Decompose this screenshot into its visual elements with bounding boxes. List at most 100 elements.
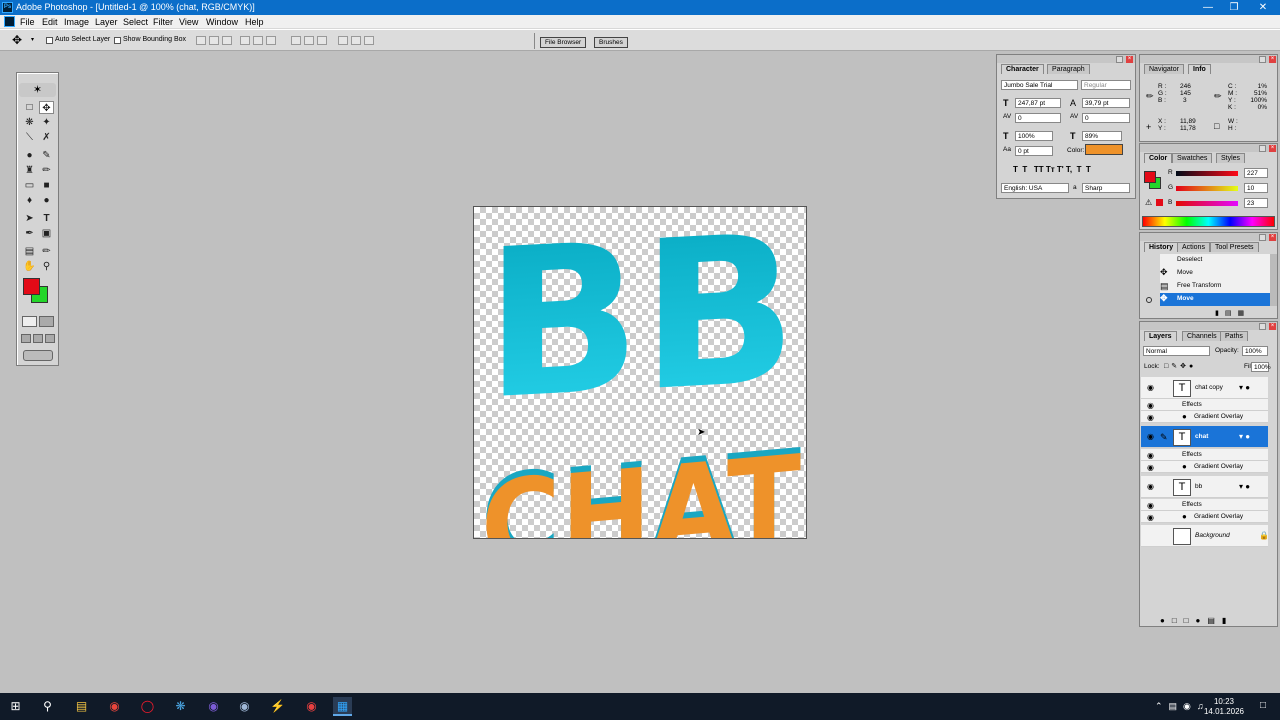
menu-window[interactable]: Window <box>206 15 238 29</box>
move-tool-icon[interactable]: ✥ <box>12 33 22 47</box>
layer-row[interactable]: ◉ T chat copy ▾ ● <box>1141 377 1268 399</box>
jump-to-imageready-icon[interactable] <box>23 350 53 361</box>
distribute-vcenter-icon[interactable] <box>304 36 314 45</box>
app-icon[interactable]: ⚡ <box>268 697 287 716</box>
distribute-right-icon[interactable] <box>364 36 374 45</box>
font-family-select[interactable]: Jumbo Sale Trial <box>1001 80 1078 90</box>
panel-header[interactable] <box>1140 322 1277 330</box>
screen-mode-full-icon[interactable] <box>45 334 55 343</box>
history-item-selected[interactable]: ✥ Move <box>1160 293 1270 306</box>
tab-tool-presets[interactable]: Tool Presets <box>1210 242 1259 252</box>
text-color-swatch[interactable] <box>1085 144 1123 155</box>
opacity-field[interactable]: 100% <box>1242 346 1268 356</box>
align-top-icon[interactable] <box>196 36 206 45</box>
tab-channels[interactable]: Channels <box>1182 331 1222 341</box>
distribute-left-icon[interactable] <box>338 36 348 45</box>
pen-tool-icon[interactable]: ✒ <box>22 227 37 240</box>
visibility-eye-icon[interactable]: ◉ <box>1147 402 1155 410</box>
history-item[interactable]: ✥ Move <box>1160 267 1270 280</box>
shape-tool-icon[interactable]: ▣ <box>39 227 54 240</box>
close-panel-icon[interactable]: × <box>1269 145 1276 152</box>
fill-field[interactable]: 100% <box>1251 362 1271 372</box>
eraser-tool-icon[interactable]: ▭ <box>22 179 37 192</box>
layer-row-selected[interactable]: ◉ ✎ T chat ▾ ● <box>1141 426 1268 448</box>
history-scrollbar[interactable] <box>1270 254 1277 306</box>
baseline-shift-field[interactable]: 0 pt <box>1015 146 1053 156</box>
r-slider[interactable] <box>1176 171 1238 176</box>
blur-tool-icon[interactable]: ♦ <box>22 194 37 207</box>
layer-effects-row[interactable]: ◉ Effects <box>1141 499 1268 511</box>
minimize-panel-icon[interactable] <box>1259 323 1266 330</box>
menu-select[interactable]: Select <box>123 15 148 29</box>
search-icon[interactable]: ⚲ <box>38 697 57 716</box>
clock-date[interactable]: 14.01.2026 <box>1200 707 1248 716</box>
panel-header[interactable] <box>1140 55 1277 63</box>
hand-tool-icon[interactable]: ✋ <box>22 260 37 273</box>
auto-select-checkbox[interactable] <box>46 37 53 44</box>
minimize-panel-icon[interactable] <box>1259 234 1266 241</box>
visibility-eye-icon[interactable]: ◉ <box>1147 414 1155 422</box>
history-item[interactable]: ▤ Free Transform <box>1160 280 1270 293</box>
lock-icons[interactable]: □✎✥● <box>1164 362 1196 370</box>
app-icon[interactable]: ❋ <box>171 697 190 716</box>
effects-toggle-icon[interactable]: ▾ ● <box>1239 482 1250 491</box>
photoshop-taskbar-icon[interactable]: ▦ <box>333 697 352 716</box>
visibility-eye-icon[interactable]: ◉ <box>1147 433 1155 441</box>
minimize-icon[interactable]: — <box>1195 0 1221 15</box>
align-right-icon[interactable] <box>266 36 276 45</box>
crop-tool-icon[interactable]: ⟍ <box>22 131 37 144</box>
effects-toggle-icon[interactable]: ▾ ● <box>1239 383 1250 392</box>
clone-stamp-icon[interactable]: ♜ <box>22 164 37 177</box>
visibility-eye-icon[interactable]: ◉ <box>1147 384 1155 392</box>
leading-field[interactable]: 39,79 pt <box>1082 98 1130 108</box>
minimize-panel-icon[interactable] <box>1259 56 1266 63</box>
fg-color-chip[interactable] <box>1144 171 1156 183</box>
color-ramp[interactable] <box>1142 216 1275 227</box>
faux-style-buttons[interactable]: T T TT Tт T' T, T T <box>1013 165 1091 174</box>
menu-file[interactable]: File <box>20 15 35 29</box>
panel-header[interactable] <box>997 55 1135 63</box>
history-brush-icon[interactable]: ✏ <box>39 164 54 177</box>
layer-row[interactable]: ◉ T bb ▾ ● <box>1141 476 1268 498</box>
minimize-panel-icon[interactable] <box>1116 56 1123 63</box>
zoom-tool-icon[interactable]: ⚲ <box>39 260 54 273</box>
feather-logo-icon[interactable]: ✶ <box>19 83 56 97</box>
horizontal-scale-field[interactable]: 89% <box>1082 131 1122 141</box>
maximize-icon[interactable]: ❐ <box>1221 0 1247 15</box>
menu-edit[interactable]: Edit <box>42 15 58 29</box>
type-tool-icon[interactable]: T <box>39 212 54 225</box>
align-vcenter-icon[interactable] <box>209 36 219 45</box>
tab-actions[interactable]: Actions <box>1177 242 1210 252</box>
notes-tool-icon[interactable]: ▤ <box>22 245 37 258</box>
tab-paragraph[interactable]: Paragraph <box>1047 64 1090 74</box>
b-field[interactable]: 23 <box>1244 198 1268 208</box>
tab-layers[interactable]: Layers <box>1144 331 1177 341</box>
font-style-select[interactable]: Regular <box>1081 80 1131 90</box>
menu-image[interactable]: Image <box>64 15 89 29</box>
brush-link-icon[interactable]: ✎ <box>1160 432 1168 443</box>
layers-footer-icons[interactable]: ●□□●▤▮ <box>1160 616 1233 625</box>
history-state-marker-icon[interactable] <box>1146 297 1152 303</box>
close-panel-icon[interactable]: × <box>1126 56 1133 63</box>
file-explorer-icon[interactable]: ▤ <box>72 697 91 716</box>
tracking-field[interactable]: 0 <box>1082 113 1130 123</box>
clock-time[interactable]: 10:23 <box>1206 697 1242 706</box>
layer-effect-row[interactable]: ◉ ● Gradient Overlay <box>1141 511 1268 523</box>
close-panel-icon[interactable]: × <box>1269 56 1276 63</box>
menu-filter[interactable]: Filter <box>153 15 173 29</box>
start-icon[interactable]: ⊞ <box>6 697 25 716</box>
b-slider[interactable] <box>1176 201 1238 206</box>
distribute-bottom-icon[interactable] <box>317 36 327 45</box>
tab-history[interactable]: History <box>1144 242 1179 252</box>
tab-styles[interactable]: Styles <box>1216 153 1246 163</box>
font-size-field[interactable]: 247,87 pt <box>1015 98 1061 108</box>
layer-effects-row[interactable]: ◉ Effects <box>1141 449 1268 461</box>
chrome-icon[interactable]: ◉ <box>105 697 124 716</box>
lasso-tool-icon[interactable]: ❋ <box>22 116 37 129</box>
layer-row-background[interactable]: Background 🔒 <box>1141 525 1269 547</box>
path-selection-icon[interactable]: ➤ <box>22 212 37 225</box>
kerning-field[interactable]: 0 <box>1015 113 1061 123</box>
notifications-icon[interactable]: □ <box>1260 700 1266 711</box>
move-tool-icon[interactable]: ✥ <box>39 101 54 114</box>
layer-effects-row[interactable]: ◉ Effects <box>1141 399 1268 411</box>
